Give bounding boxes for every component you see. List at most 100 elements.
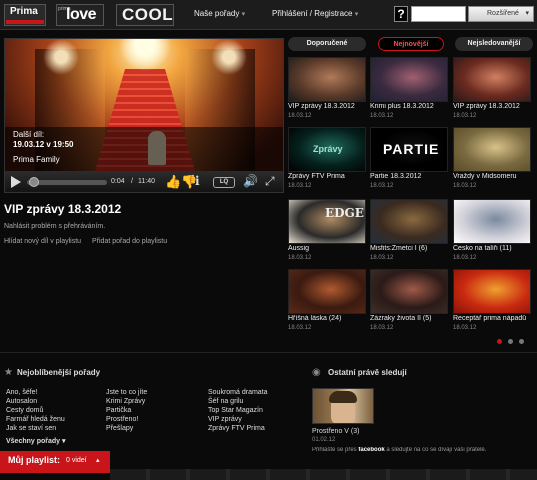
- search-input[interactable]: [411, 6, 466, 22]
- video-thumbnail[interactable]: [370, 199, 448, 244]
- show-link[interactable]: Prostřeno!: [106, 416, 138, 423]
- video-date: 18.03.12: [370, 325, 394, 331]
- watching-show-name[interactable]: Prostřeno V (3): [312, 428, 359, 435]
- video-date: 18.03.12: [370, 183, 394, 189]
- time-separator: /: [131, 178, 133, 185]
- show-link[interactable]: Jak se staví sen: [6, 425, 56, 432]
- chevron-up-icon[interactable]: ▴: [96, 456, 100, 464]
- seek-handle[interactable]: [29, 177, 39, 187]
- show-link[interactable]: VIP zprávy: [208, 416, 242, 423]
- play-icon[interactable]: [11, 176, 21, 188]
- video-title-link[interactable]: Partie 18.3.2012: [370, 173, 454, 180]
- show-link[interactable]: Šéf na grilu: [208, 398, 243, 405]
- all-shows-label: Všechny pořady: [6, 438, 61, 445]
- video-title-link[interactable]: Vraždy v Midsomeru: [453, 173, 537, 180]
- seek-bar[interactable]: [27, 180, 107, 185]
- video-thumbnail[interactable]: [288, 57, 366, 102]
- video-thumbnail[interactable]: [453, 199, 531, 244]
- video-date: 18.03.12: [453, 255, 477, 261]
- love-logo[interactable]: prima love: [56, 4, 104, 26]
- show-link[interactable]: Soukromá dramata: [208, 389, 268, 396]
- channel-name: Prima Family: [13, 155, 60, 164]
- video-thumbnail[interactable]: [288, 269, 366, 314]
- show-link[interactable]: Autosalon: [6, 398, 37, 405]
- bottom-strip: [110, 469, 537, 480]
- time-total: 11:40: [138, 178, 155, 185]
- video-title-link[interactable]: Krimi plus 18.3.2012: [370, 103, 454, 110]
- site-header: Prima prima love COOL Naše pořady ▾ Přih…: [0, 0, 537, 30]
- pager-dot[interactable]: [497, 339, 502, 344]
- video-thumbnail[interactable]: EDGE: [288, 199, 366, 244]
- tab-recommended[interactable]: Doporučené: [288, 37, 366, 51]
- cool-logo[interactable]: COOL: [116, 4, 174, 26]
- star-icon: ★: [4, 367, 13, 378]
- pager-dot[interactable]: [508, 339, 513, 344]
- watching-thumbnail[interactable]: [312, 388, 374, 424]
- video-title-link[interactable]: Misfits:Zmetci I (6): [370, 245, 454, 252]
- video-thumbnail[interactable]: [370, 269, 448, 314]
- nav-shows-label: Naše pořady: [194, 9, 240, 18]
- video-player[interactable]: Další díl: 19.03.12 v 19:50 Prima Family…: [4, 38, 284, 193]
- show-link[interactable]: Partička: [106, 407, 131, 414]
- video-thumbnail[interactable]: [453, 127, 531, 172]
- video-title-link[interactable]: VIP zprávy 18.3.2012: [453, 103, 537, 110]
- next-episode-overlay: [5, 127, 283, 171]
- video-date: 18.03.12: [288, 325, 312, 331]
- tab-newest[interactable]: Nejnovější: [378, 37, 444, 51]
- video-title-link[interactable]: Česko na talíři (11): [453, 245, 537, 252]
- video-thumbnail[interactable]: [453, 57, 531, 102]
- time-current: 0:04: [111, 178, 125, 185]
- report-problem-link[interactable]: Nahlásit problém s přehráváním.: [4, 223, 105, 230]
- show-link[interactable]: Krimi Zprávy: [106, 398, 145, 405]
- facebook-prompt: Přihlašte se přes facebook a sledujte na…: [312, 447, 537, 453]
- nav-login-label: Přihlášení / Registrace: [272, 9, 353, 18]
- video-date: 18.03.12: [288, 183, 312, 189]
- tab-most-watched[interactable]: Nejsledovanější: [455, 37, 533, 51]
- video-thumbnail[interactable]: [453, 269, 531, 314]
- quality-button[interactable]: LQ: [213, 177, 235, 188]
- chevron-down-icon: ▾: [62, 438, 66, 445]
- advanced-search-label: Rozšířené: [487, 10, 519, 17]
- advanced-search-button[interactable]: Rozšířené ▾: [468, 6, 534, 22]
- player-controls: 0:04 / 11:40 👍👎 i LQ 🔊 ⤢: [5, 171, 283, 192]
- video-thumbnail[interactable]: [370, 57, 448, 102]
- all-shows-link[interactable]: Všechny pořady ▾: [6, 437, 66, 445]
- help-button[interactable]: ?: [394, 6, 408, 22]
- show-link[interactable]: Cesty domů: [6, 407, 43, 414]
- video-title-link[interactable]: VIP zprávy 18.3.2012: [288, 103, 372, 110]
- info-icon[interactable]: i: [195, 174, 200, 188]
- video-title-link[interactable]: Zázraky života II (5): [370, 315, 454, 322]
- video-thumbnail[interactable]: Zprávy: [288, 127, 366, 172]
- chevron-down-icon: ▾: [241, 11, 246, 18]
- video-title-link[interactable]: Aussig: [288, 245, 372, 252]
- chevron-down-icon: ▾: [525, 10, 529, 17]
- facebook-prompt-post: a sledujte na co se dívají vaši přátelé.: [384, 447, 487, 453]
- show-link[interactable]: Jste to co jíte: [106, 389, 147, 396]
- show-link[interactable]: Top Star Magazín: [208, 407, 263, 414]
- show-link[interactable]: Přešlapy: [106, 425, 133, 432]
- video-thumbnail[interactable]: PARTIE: [370, 127, 448, 172]
- volume-icon[interactable]: 🔊: [243, 174, 258, 188]
- video-title-link[interactable]: Zprávy FTV Prima: [288, 173, 372, 180]
- prima-logo[interactable]: Prima: [4, 4, 46, 26]
- watch-new-episode-link[interactable]: Hlídat nový díl v playlistu: [4, 238, 81, 245]
- eye-icon: ◉: [312, 367, 321, 378]
- next-episode-label: Další díl:: [13, 130, 45, 139]
- nav-login[interactable]: Přihlášení / Registrace ▾: [272, 9, 358, 18]
- facebook-link[interactable]: facebook: [358, 447, 384, 453]
- video-date: 18.03.12: [370, 113, 394, 119]
- nav-shows[interactable]: Naše pořady ▾: [194, 9, 245, 18]
- video-title-link[interactable]: Receptář prima nápadů: [453, 315, 537, 322]
- video-title: VIP zprávy 18.3.2012: [4, 202, 122, 216]
- thumbs-icon[interactable]: 👍👎: [165, 174, 197, 190]
- video-date: 18.03.12: [288, 113, 312, 119]
- fullscreen-icon[interactable]: ⤢: [265, 174, 275, 189]
- pager-dot[interactable]: [519, 339, 524, 344]
- show-link[interactable]: Ano, šéfe!: [6, 389, 38, 396]
- others-watching-title: Ostatní právě sledují: [328, 368, 407, 377]
- video-title-link[interactable]: Hříšná láska (24): [288, 315, 372, 322]
- video-date: 18.03.12: [288, 255, 312, 261]
- show-link[interactable]: Zprávy FTV Prima: [208, 425, 265, 432]
- add-to-playlist-link[interactable]: Přidat pořad do playlistu: [92, 238, 167, 245]
- show-link[interactable]: Farmář hledá ženu: [6, 416, 65, 423]
